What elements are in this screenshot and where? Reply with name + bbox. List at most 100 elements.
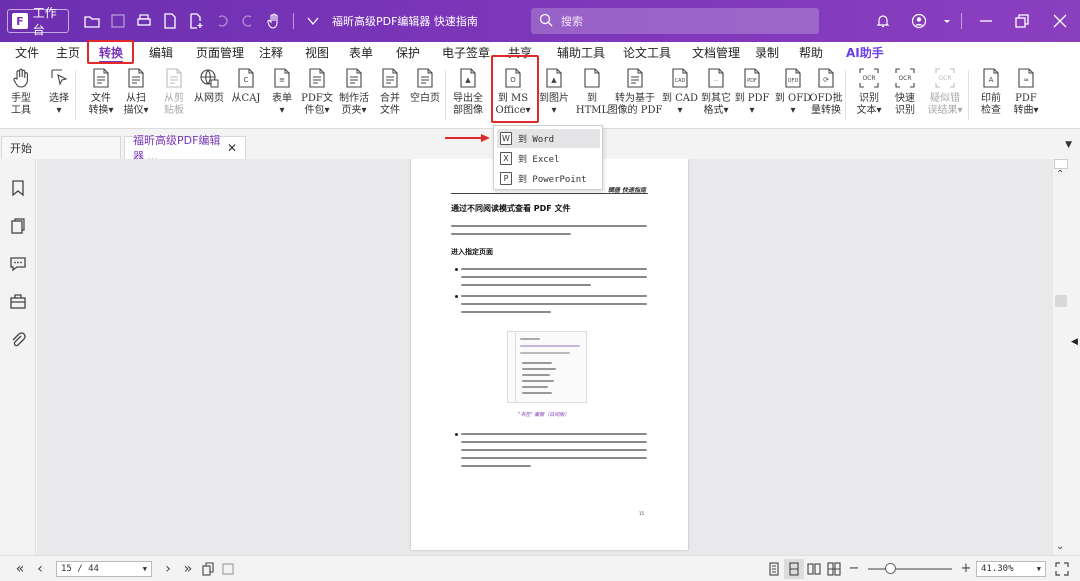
ribbon-button-to-ofd[interactable]: OFD 到 OFD ▾ [775,64,811,128]
ribbon-button-pdf-package[interactable]: PDF文 件包▾ [301,64,333,128]
ribbon-button-to-image[interactable]: ▲ 到图片 ▾ [537,64,571,128]
zoom-slider-knob[interactable] [885,562,897,574]
ribbon-button-ofd-batch[interactable]: ⟳ OFD批 量转换 [809,64,843,128]
scroll-top-box[interactable] [1054,159,1068,169]
zoom-out-icon[interactable]: − [844,559,864,579]
collapse-right-panel-icon[interactable]: ◀ [1071,337,1078,347]
page-field-chevron-icon[interactable]: ▼ [143,565,147,573]
ribbon-button-form[interactable]: ≡ 表单 ▾ [268,64,296,128]
attachment-icon[interactable] [9,331,27,349]
ribbon-button-blank-page[interactable]: 空白页 [409,64,441,128]
dropdown-item-word[interactable]: W 到 Word [497,129,600,148]
customize-chevron-icon[interactable] [300,8,326,34]
dropdown-item-excel[interactable]: X 到 Excel [497,149,600,168]
document-canvas[interactable]: 辑器 快速指南 通过不同阅读模式查看 PDF 文件 进入指定页面 "书签" 面板… [37,159,1053,555]
hand-tool-dropdown-icon[interactable] [261,8,287,34]
menu-item-5[interactable]: 注释 [250,42,292,64]
ribbon-button-to-cad[interactable]: CAD 到 CAD ▾ [662,64,698,128]
notification-bell-icon[interactable] [867,8,899,34]
zoom-chevron-icon[interactable]: ▼ [1037,565,1041,573]
ribbon-button-merge-files[interactable]: 合并 文件 [376,64,404,128]
menu-item-14[interactable]: 录制 [746,42,788,64]
dropdown-item-powerpoint[interactable]: P 到 PowerPoint [497,169,600,188]
rotate-view-icon[interactable] [198,559,218,579]
ribbon-button-other-format[interactable]: ··· 到其它 格式▾ [700,64,732,128]
ribbon-button-ocr-suspect[interactable]: OCR 疑似错 误结果▾ [925,64,965,128]
user-chevron-icon[interactable] [939,8,955,34]
ribbon-button-ms-office[interactable]: O 到 MS Office▾ [495,64,531,128]
workspace-button[interactable]: F 工作台 [7,6,69,37]
zoom-in-icon[interactable]: + [956,559,976,579]
tab-document[interactable]: 福昕高级PDF编辑器 ... ✕ [124,134,246,163]
ribbon-button-export-images[interactable]: ▲ 导出全 部图像 [452,64,484,128]
toolbox-icon[interactable] [9,292,27,310]
next-page-icon[interactable]: › [158,559,178,579]
ribbon-button-binder[interactable]: 制作活 页夹▾ [339,64,369,128]
ribbon-button-quick-ocr[interactable]: OCR 快速 识别 [891,64,919,128]
menu-item-10[interactable]: 共享 [499,42,541,64]
continuous-view-icon[interactable] [784,558,804,579]
ribbon-button-scanner[interactable]: 从扫 描仪▾ [121,64,151,128]
ribbon-button-image-pdf[interactable]: 转为基于 图像的 PDF [608,64,662,128]
page-number-field[interactable]: 15 / 44 ▼ [56,560,152,577]
ribbon-button-file-convert[interactable]: 文件 转换▾ [86,64,116,128]
last-page-icon[interactable]: » [178,559,198,579]
first-page-icon[interactable]: « [10,559,30,579]
scroll-thumb[interactable] [1055,295,1067,307]
ribbon-button-web-globe[interactable]: 从网页 [194,64,224,128]
menu-item-13[interactable]: 文档管理 [683,42,749,64]
menu-item-2[interactable]: 转换 [90,42,132,64]
redo-icon[interactable] [235,8,261,34]
menu-item-6[interactable]: 视图 [296,42,338,64]
tab-start[interactable]: 开始 [1,136,121,159]
tab-list-chevron-icon[interactable]: ▼ [1065,140,1072,150]
menu-item-7[interactable]: 表单 [340,42,382,64]
vertical-scrollbar[interactable]: ⌃ ⌄ [1053,159,1069,555]
search-input[interactable]: 搜索 [531,8,819,34]
save-icon[interactable] [105,8,131,34]
comments-icon[interactable] [9,254,27,272]
menu-item-12[interactable]: 论文工具 [614,42,680,64]
new-doc-icon[interactable] [157,8,183,34]
close-icon[interactable] [1040,8,1080,34]
ribbon-button-preflight[interactable]: A 印前 检查 [977,64,1005,128]
restore-icon[interactable] [1004,8,1040,34]
create-icon[interactable] [183,8,209,34]
menu-item-1[interactable]: 主页 [47,42,89,64]
page-thumbnails-icon[interactable] [9,217,27,235]
two-page-continuous-icon[interactable] [824,559,844,579]
scroll-down-icon[interactable]: ⌄ [1056,541,1064,552]
menu-item-9[interactable]: 电子签章 [433,42,499,64]
menu-item-8[interactable]: 保护 [387,42,429,64]
ribbon-button-pdf-outline[interactable]: ≈ PDF 转曲▾ [1012,64,1040,128]
menu-item-3[interactable]: 编辑 [140,42,182,64]
open-folder-icon[interactable] [79,8,105,34]
menu-item-11[interactable]: 辅助工具 [548,42,614,64]
menu-item-16[interactable]: AI助手 [837,42,893,64]
tab-close-icon[interactable]: ✕ [227,141,237,155]
print-icon[interactable] [131,8,157,34]
ribbon-button-to-html[interactable]: 到 HTML [576,64,608,128]
fullscreen-icon[interactable] [1052,559,1072,579]
ribbon-button-to-pdf[interactable]: PDF 到 PDF ▾ [735,64,769,128]
bookmark-icon[interactable] [9,179,27,197]
user-account-icon[interactable] [899,8,939,34]
menu-item-15[interactable]: 帮助 [790,42,832,64]
zoom-level-field[interactable]: 41.30% ▼ [976,560,1046,577]
two-page-view-icon[interactable] [804,559,824,579]
preflight-icon: A [980,66,1002,90]
ribbon-button-caj-file[interactable]: C 从CAJ [231,64,261,128]
prev-page-icon[interactable]: ‹ [30,559,50,579]
zoom-slider[interactable] [868,562,952,574]
ribbon-button-clipboard[interactable]: 从剪 贴板 [159,64,189,128]
menu-item-4[interactable]: 页面管理 [187,42,253,64]
fit-page-icon[interactable] [218,559,238,579]
scroll-up-icon[interactable]: ⌃ [1056,169,1064,180]
ribbon-button-ocr[interactable]: OCR 识别 文本▾ [854,64,884,128]
single-page-view-icon[interactable] [764,559,784,579]
menu-item-0[interactable]: 文件 [6,42,48,64]
minimize-icon[interactable] [968,8,1004,34]
undo-icon[interactable] [209,8,235,34]
ribbon-button-hand[interactable]: 手型 工具 [7,64,35,128]
ribbon-button-select-cursor[interactable]: 选择 ▾ [45,64,73,128]
